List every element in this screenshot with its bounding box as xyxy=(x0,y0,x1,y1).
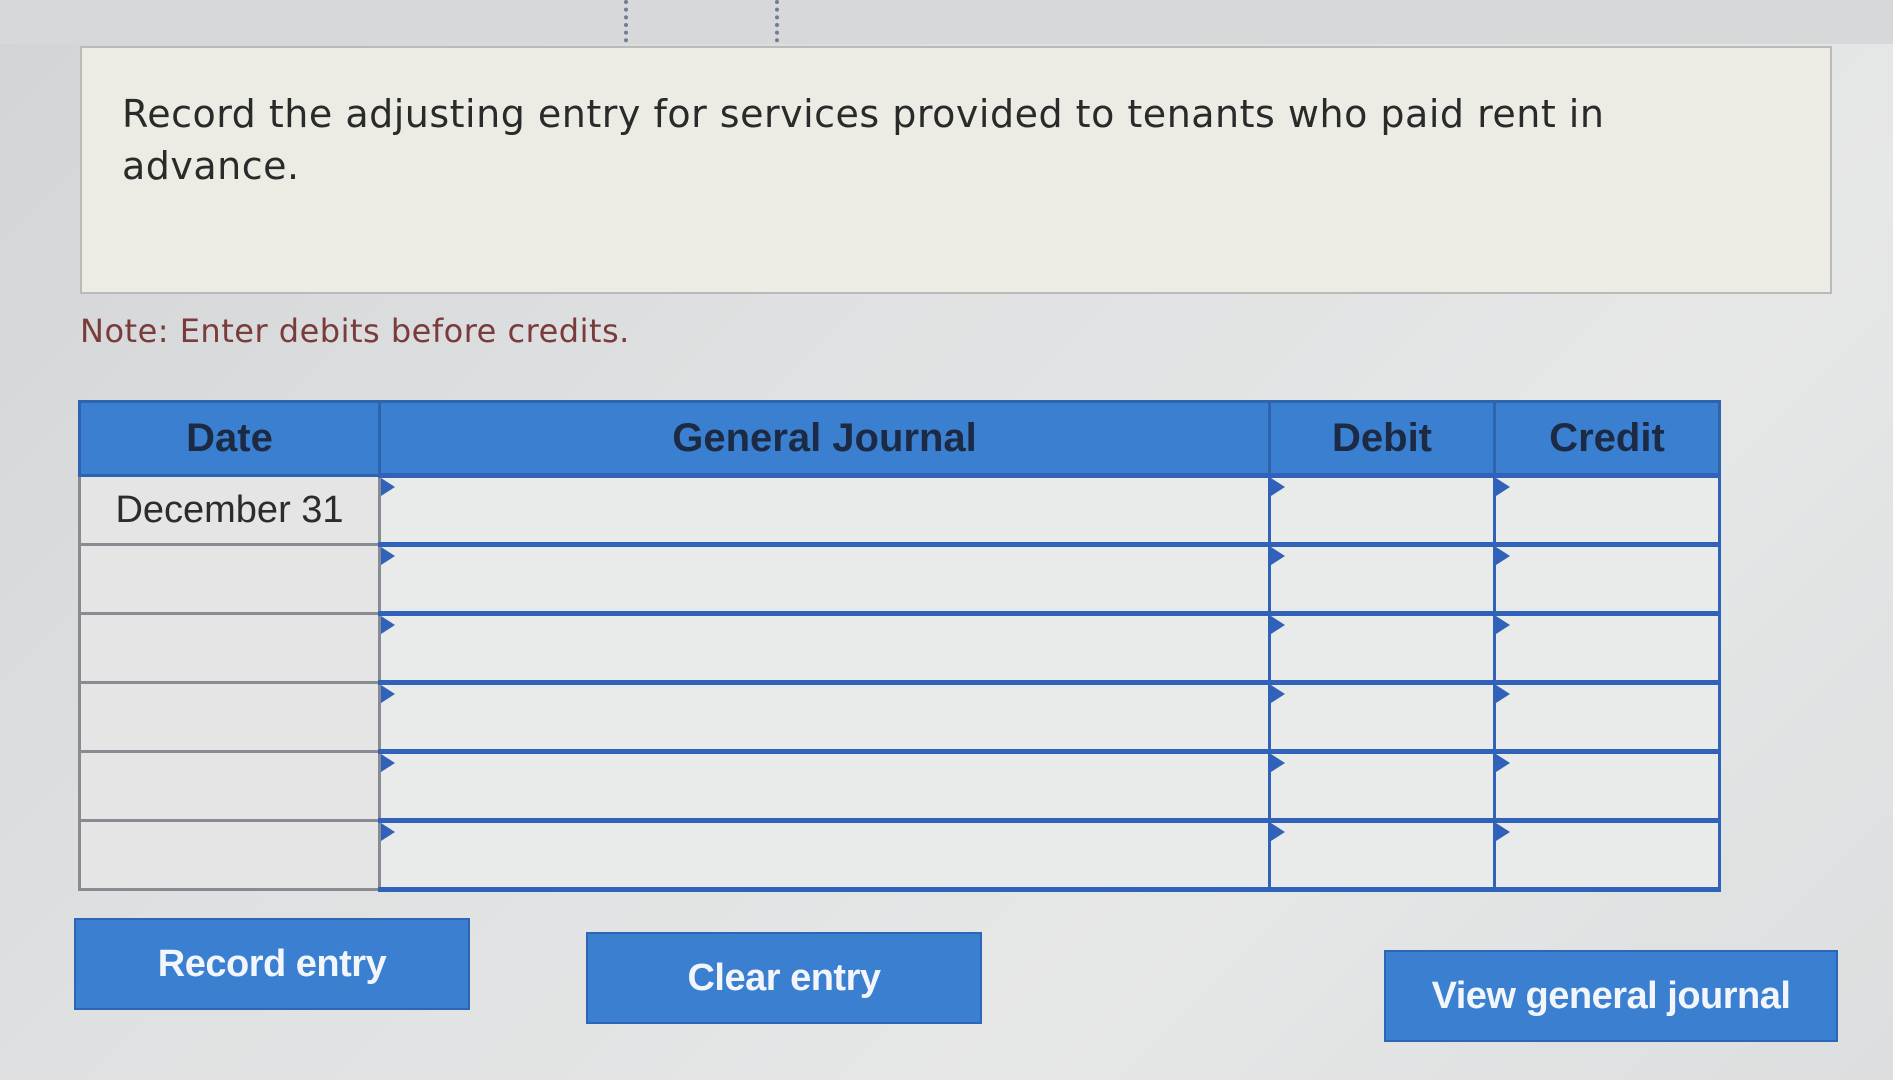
credit-input[interactable] xyxy=(1493,680,1721,754)
table-row xyxy=(78,818,1721,892)
tab-stub[interactable] xyxy=(624,0,779,50)
dropdown-marker-icon xyxy=(381,754,395,772)
account-input[interactable] xyxy=(378,473,1271,547)
debit-input[interactable] xyxy=(1268,749,1496,823)
journal-table: Date General Journal Debit Credit Decemb… xyxy=(78,400,1721,892)
credit-input[interactable] xyxy=(1493,473,1721,547)
clear-entry-button[interactable]: Clear entry xyxy=(586,932,982,1024)
dropdown-marker-icon xyxy=(1496,823,1510,841)
date-header: Date xyxy=(78,400,381,477)
question-text: Record the adjusting entry for services … xyxy=(122,92,1605,188)
dropdown-marker-icon xyxy=(381,478,395,496)
debit-input[interactable] xyxy=(1268,542,1496,616)
credit-input[interactable] xyxy=(1493,542,1721,616)
dropdown-marker-icon xyxy=(1271,685,1285,703)
date-cell: December 31 xyxy=(78,474,381,546)
account-input[interactable] xyxy=(378,542,1271,616)
dropdown-marker-icon xyxy=(381,547,395,565)
dropdown-marker-icon xyxy=(1271,616,1285,634)
debit-input[interactable] xyxy=(1268,680,1496,754)
record-entry-button[interactable]: Record entry xyxy=(74,918,470,1010)
dropdown-marker-icon xyxy=(1496,754,1510,772)
date-cell xyxy=(78,543,381,615)
debit-header: Debit xyxy=(1268,400,1496,477)
dropdown-marker-icon xyxy=(381,823,395,841)
credit-input[interactable] xyxy=(1493,611,1721,685)
table-row xyxy=(78,749,1721,823)
dropdown-marker-icon xyxy=(1496,685,1510,703)
dropdown-marker-icon xyxy=(1496,547,1510,565)
dropdown-marker-icon xyxy=(381,616,395,634)
general-journal-header: General Journal xyxy=(378,400,1271,477)
dropdown-marker-icon xyxy=(1271,547,1285,565)
dropdown-marker-icon xyxy=(381,685,395,703)
account-input[interactable] xyxy=(378,680,1271,754)
top-strip xyxy=(0,0,1893,44)
debit-input[interactable] xyxy=(1268,611,1496,685)
debit-input[interactable] xyxy=(1268,818,1496,892)
table-row xyxy=(78,680,1721,754)
credit-header: Credit xyxy=(1493,400,1721,477)
dropdown-marker-icon xyxy=(1271,478,1285,496)
account-input[interactable] xyxy=(378,611,1271,685)
dropdown-marker-icon xyxy=(1271,754,1285,772)
account-input[interactable] xyxy=(378,818,1271,892)
date-cell xyxy=(78,681,381,753)
table-row xyxy=(78,611,1721,685)
credit-input[interactable] xyxy=(1493,749,1721,823)
date-cell xyxy=(78,819,381,891)
credit-input[interactable] xyxy=(1493,818,1721,892)
date-cell xyxy=(78,750,381,822)
dropdown-marker-icon xyxy=(1271,823,1285,841)
dropdown-marker-icon xyxy=(1496,616,1510,634)
dropdown-marker-icon xyxy=(1496,478,1510,496)
debit-input[interactable] xyxy=(1268,473,1496,547)
view-general-journal-button[interactable]: View general journal xyxy=(1384,950,1838,1042)
table-row xyxy=(78,542,1721,616)
account-input[interactable] xyxy=(378,749,1271,823)
note-text: Note: Enter debits before credits. xyxy=(80,312,630,350)
table-row: December 31 xyxy=(78,473,1721,547)
date-cell xyxy=(78,612,381,684)
question-panel: Record the adjusting entry for services … xyxy=(80,46,1832,294)
journal-header-row: Date General Journal Debit Credit xyxy=(78,400,1721,477)
